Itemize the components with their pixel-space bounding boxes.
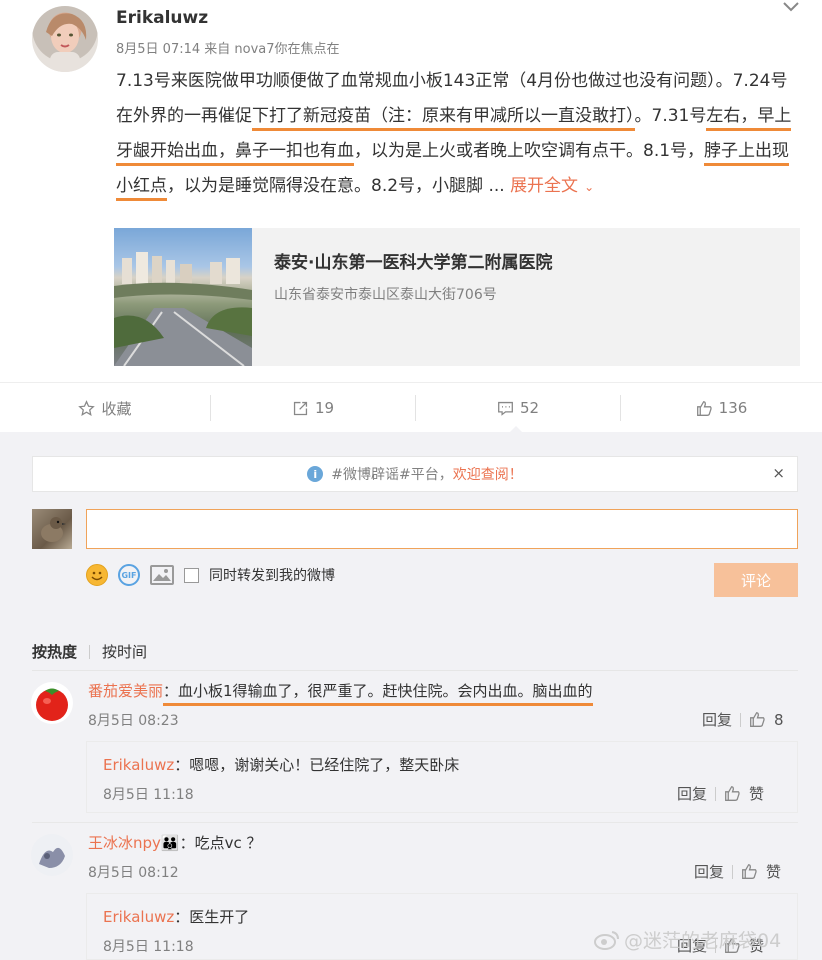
reply-actions: 回复 赞 (677, 783, 764, 804)
highlight-comment: ：血小板1得输血了，很严重了。赶快住院。会内出血。脑出血的 (163, 682, 593, 706)
post-text-part: 。7.31号 (634, 106, 707, 126)
like-label[interactable]: 赞 (766, 861, 781, 882)
comment-body: 番茄爱美丽：血小板1得输血了，很严重了。赶快住院。会内出血。脑出血的 (88, 680, 593, 706)
divider (32, 822, 798, 823)
favorite-button[interactable]: 收藏 (0, 383, 210, 433)
reply-thread: Erikaluwz：嗯嗯，谢谢关心！已经住院了，整天卧床 8月5日 11:18 … (86, 741, 798, 813)
notice-text[interactable]: #微博辟谣#平台， (331, 464, 452, 484)
like-count: 136 (718, 399, 748, 417)
like-button[interactable]: 136 (621, 383, 822, 433)
commenter-badge: 👪 (160, 834, 180, 852)
reply-body: Erikaluwz：嗯嗯，谢谢关心！已经住院了，整天卧床 (103, 754, 459, 775)
comment-pointer-arrow (509, 426, 523, 433)
post-text-part: ，以为是睡觉隔得没在意。8.2号，小腿脚 ... (167, 176, 511, 196)
comment-count: 52 (519, 399, 540, 417)
expand-full-text-link[interactable]: 展开全文 (510, 176, 578, 196)
reply-body: Erikaluwz：医生开了 (103, 906, 249, 927)
repost-count: 19 (314, 399, 335, 417)
submit-comment-button[interactable]: 评论 (714, 563, 798, 597)
highlight-vaccine: 下打了新冠疫苗（注：原来有甲减所以一直没敢打） (252, 106, 635, 131)
gif-icon[interactable]: GIF (118, 564, 140, 586)
location-title[interactable]: 泰安·山东第一医科大学第二附属医院 (274, 248, 552, 273)
rumor-notice-banner: i #微博辟谣#平台， 欢迎查阅！ × (32, 456, 798, 492)
author-avatar[interactable] (32, 6, 98, 72)
comment-like-count: 8 (774, 710, 784, 729)
reply-text: ：医生开了 (174, 908, 250, 926)
comment-body: 王冰冰npy👪：吃点vc ？ (88, 832, 262, 853)
favorite-label: 收藏 (101, 399, 132, 418)
post-meta: 8月5日 07:14 来自 nova7你在焦点在 (116, 42, 340, 57)
thumbs-up-icon (696, 400, 712, 416)
comment-actions: 回复 8 (702, 709, 784, 730)
comment-icon (498, 401, 513, 416)
location-address: 山东省泰安市泰山区泰山大街706号 (274, 287, 497, 303)
comment-input[interactable] (86, 509, 798, 549)
current-user-avatar (32, 509, 72, 549)
image-icon[interactable] (150, 565, 174, 585)
composer-toolbar: GIF 同时转发到我的微博 (86, 562, 335, 588)
thumbs-up-icon[interactable] (741, 863, 758, 880)
like-label[interactable]: 赞 (749, 783, 764, 804)
commenter-avatar[interactable] (31, 682, 73, 724)
commenter-avatar[interactable] (31, 834, 73, 876)
commenter-name[interactable]: 番茄爱美丽 (88, 682, 163, 700)
replier-name[interactable]: Erikaluwz (103, 756, 174, 774)
star-icon (78, 399, 96, 416)
watermark: @迷茫的老麻袋04 (594, 926, 781, 953)
commenter-name[interactable]: 王冰冰npy (88, 834, 161, 852)
divider (740, 712, 742, 727)
comment-actions: 回复 赞 (694, 861, 781, 882)
divider (32, 670, 798, 671)
reply-time: 8月5日 11:18 (103, 939, 194, 955)
reply-button[interactable]: 回复 (702, 709, 732, 730)
comment-time: 8月5日 08:23 (88, 713, 179, 729)
divider (89, 644, 91, 659)
info-icon: i (307, 466, 324, 482)
divider (715, 786, 717, 801)
reply-button[interactable]: 回复 (677, 783, 707, 804)
emoji-icon[interactable] (86, 564, 108, 586)
sync-repost-label: 同时转发到我的微博 (209, 568, 335, 584)
repost-icon (293, 401, 308, 415)
notice-link[interactable]: 欢迎查阅！ (453, 464, 523, 484)
comment-text: ：吃点vc ？ (179, 834, 262, 852)
post-text: 7.13号来医院做甲功顺便做了血常规血小板143正常（4月份也做过也没有问题）。… (116, 64, 792, 205)
chevron-down-icon[interactable] (782, 0, 800, 14)
watermark-text: @迷茫的老麻袋04 (624, 930, 782, 952)
thumbs-up-icon[interactable] (724, 785, 741, 802)
author-name[interactable]: Erikaluwz (116, 8, 208, 28)
divider (732, 864, 734, 879)
comment-time: 8月5日 08:12 (88, 865, 179, 881)
reply-time: 8月5日 11:18 (103, 787, 194, 803)
reply-button[interactable]: 回复 (694, 861, 724, 882)
thumbs-up-icon[interactable] (749, 711, 766, 728)
close-icon[interactable]: × (772, 464, 785, 482)
tab-sort-time[interactable]: 按时间 (102, 641, 147, 662)
tab-sort-hot[interactable]: 按热度 (32, 641, 77, 662)
repost-button[interactable]: 19 (211, 383, 415, 433)
post-action-bar: 收藏 19 52 136 (0, 382, 822, 432)
sync-repost-checkbox[interactable] (184, 567, 199, 583)
location-thumbnail (114, 228, 252, 366)
location-card[interactable]: 泰安·山东第一医科大学第二附属医院 山东省泰安市泰山区泰山大街706号 (114, 228, 800, 366)
comment-sort-tabs: 按热度 按时间 (32, 641, 147, 662)
weibo-post: Erikaluwz 8月5日 07:14 来自 nova7你在焦点在 7.13号… (0, 0, 822, 382)
weibo-logo-icon (594, 930, 619, 950)
post-text-part: ，以为是上火或者晚上吹空调有点干。8.1号， (354, 141, 705, 161)
replier-name[interactable]: Erikaluwz (103, 908, 174, 926)
reply-text: ：嗯嗯，谢谢关心！已经住院了，整天卧床 (174, 756, 460, 774)
chevron-down-icon[interactable]: ⌄ (584, 180, 594, 194)
